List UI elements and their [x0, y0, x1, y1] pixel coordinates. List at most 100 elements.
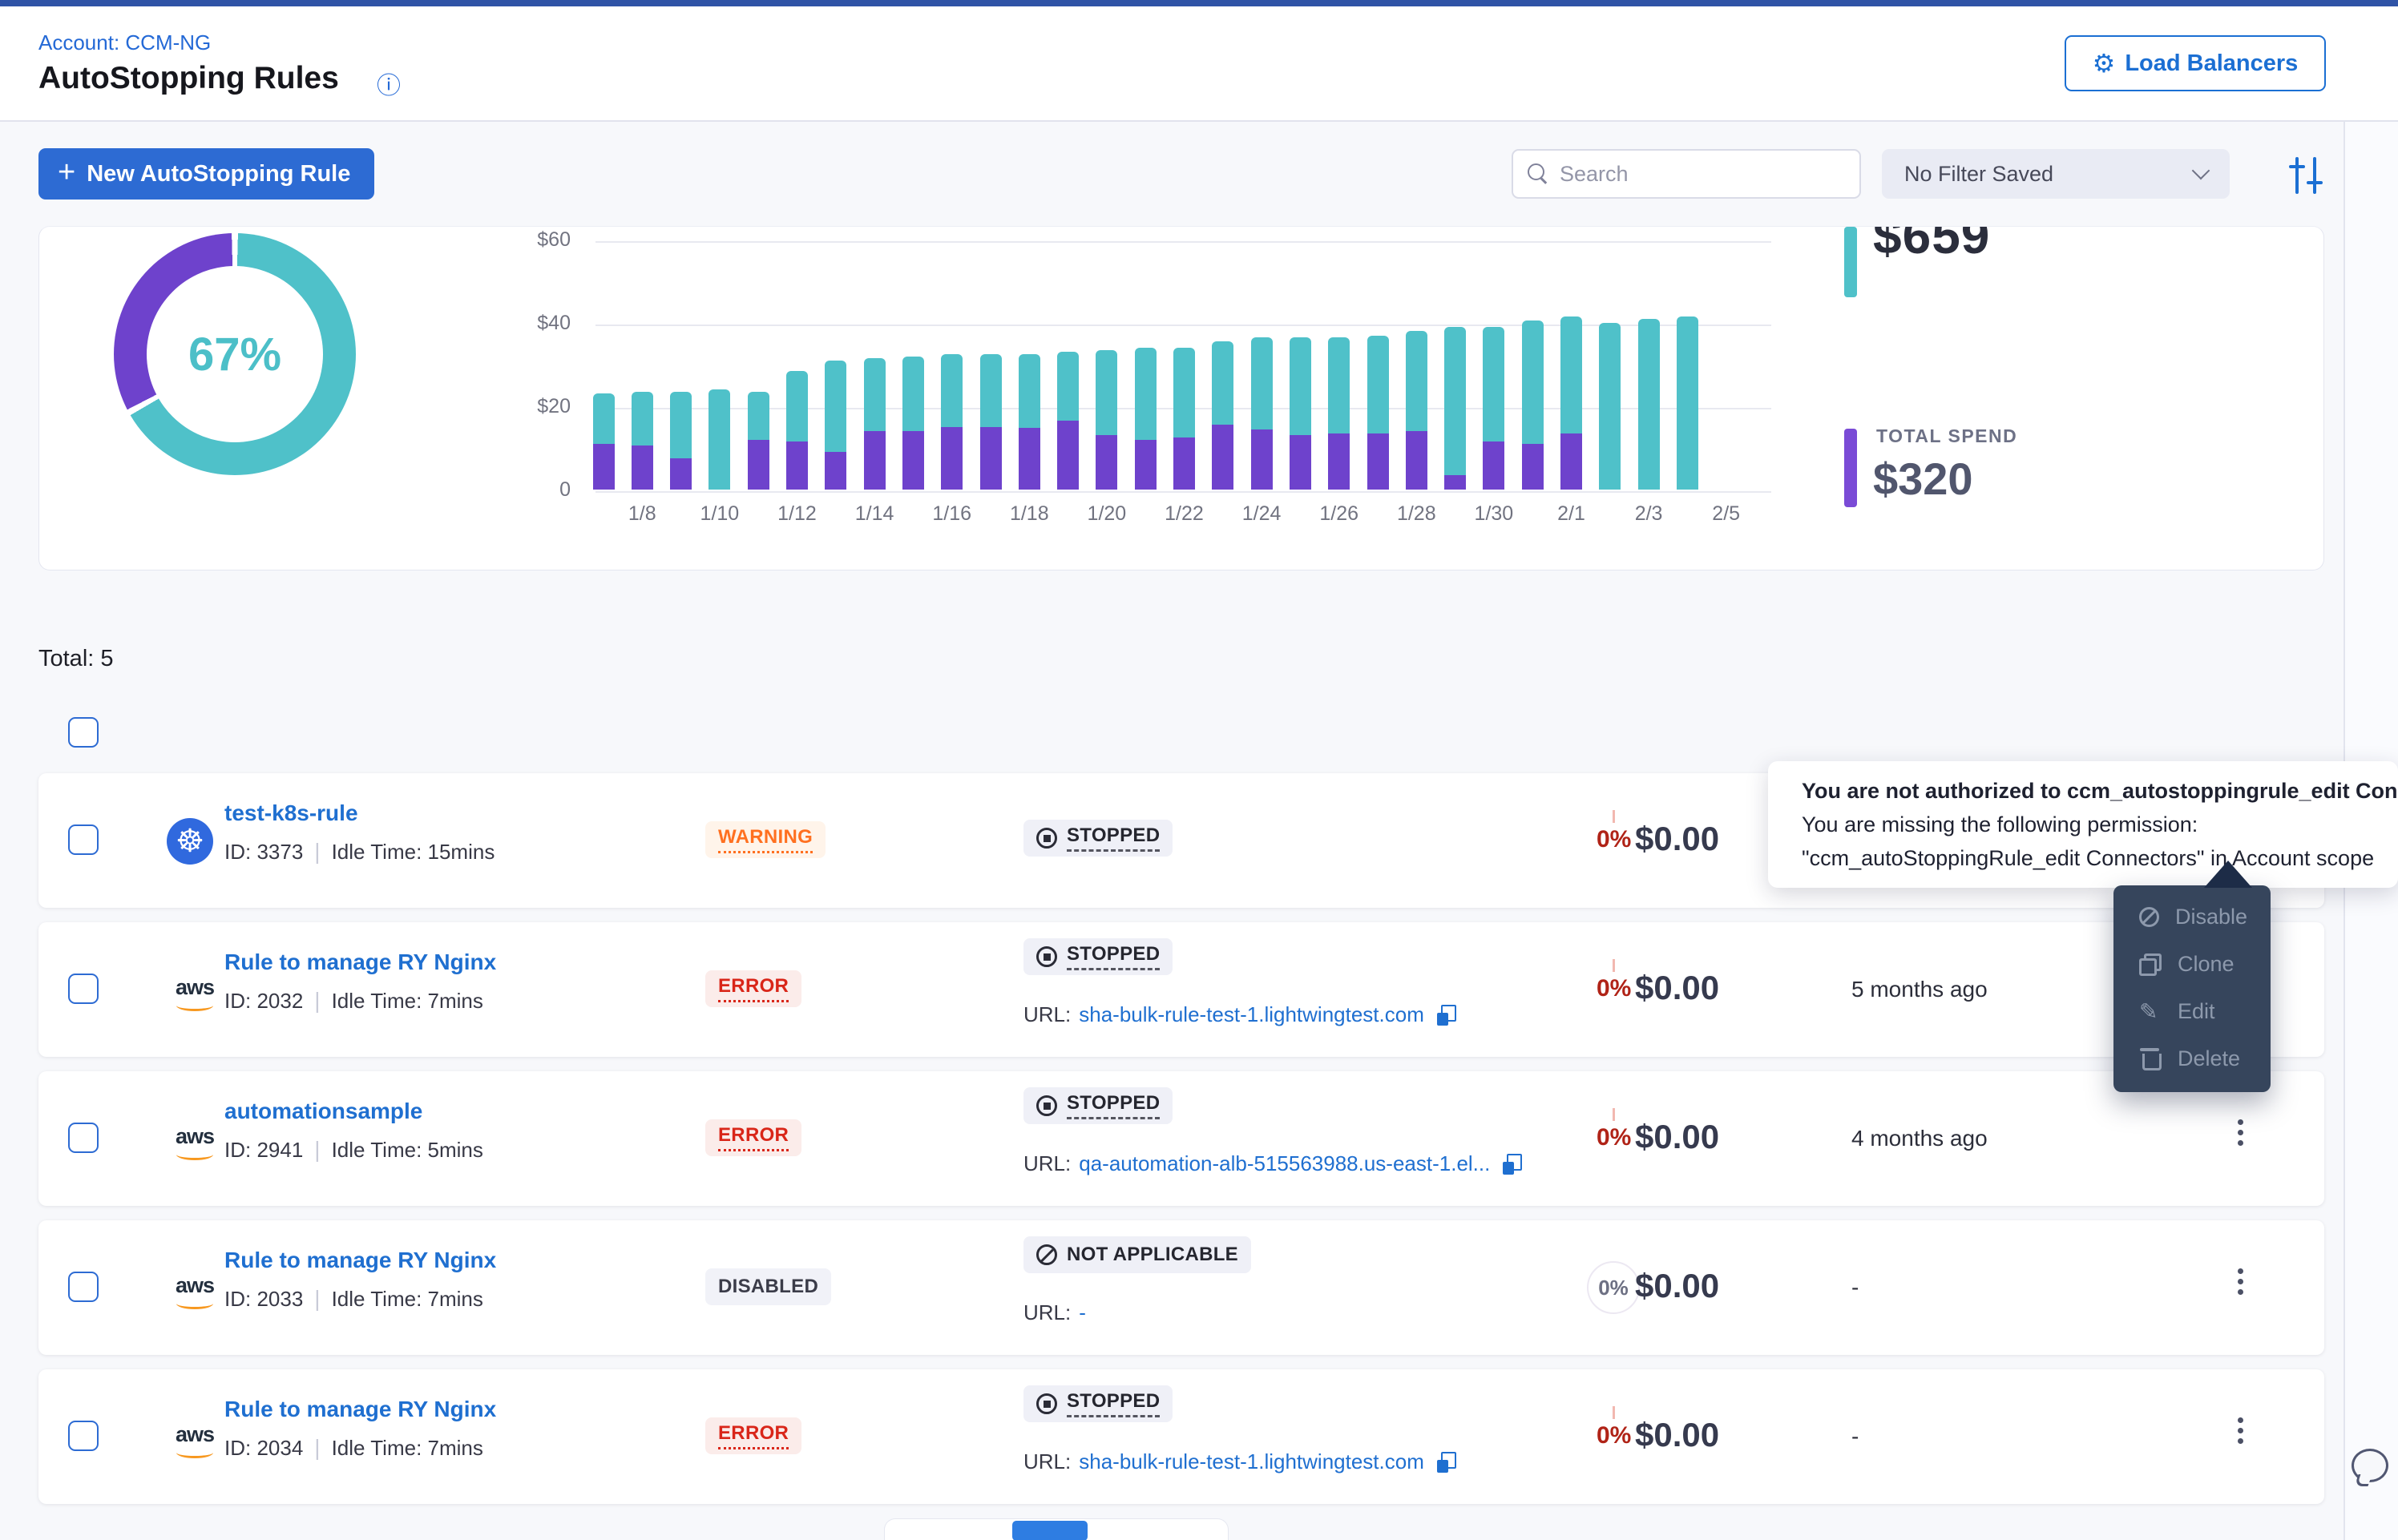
- resource-state-badge[interactable]: STOPPED: [1023, 1385, 1173, 1422]
- spend-bar-segment: [593, 444, 615, 490]
- spend-bar-segment: [941, 427, 963, 490]
- x-axis-label: 2/3: [1609, 502, 1689, 526]
- menu-item-disable[interactable]: Disable: [2113, 893, 2271, 941]
- row-checkbox[interactable]: [68, 974, 99, 1004]
- url-prefix: URL:: [1023, 1449, 1071, 1474]
- chevron-down-icon: [2192, 162, 2210, 180]
- last-activity: 4 months ago: [1851, 1126, 1988, 1151]
- bar-1/8: [632, 392, 653, 490]
- x-axis-label: 1/18: [989, 502, 1069, 526]
- resource-state-badge[interactable]: NOT APPLICABLE: [1023, 1236, 1251, 1273]
- bar-1/14: [864, 358, 886, 490]
- clone-icon: [2139, 953, 2162, 976]
- rule-name-link[interactable]: test-k8s-rule: [224, 800, 358, 826]
- rule-status-badge[interactable]: ERROR: [705, 970, 801, 1007]
- row-checkbox[interactable]: [68, 1421, 99, 1451]
- resource-url-line: URL:qa-automation-alb-515563988.us-east-…: [1023, 1151, 1522, 1176]
- rule-name-link[interactable]: automationsample: [224, 1099, 422, 1124]
- new-autostopping-rule-button[interactable]: + New AutoStopping Rule: [38, 148, 374, 200]
- resource-state-badge[interactable]: STOPPED: [1023, 820, 1173, 857]
- menu-item-edit[interactable]: ✎ Edit: [2113, 988, 2271, 1035]
- rule-status-badge[interactable]: WARNING: [705, 821, 826, 858]
- rule-name-link[interactable]: Rule to manage RY Nginx: [224, 1397, 496, 1422]
- page-header: Account: CCM-NG AutoStopping Rules ⓘ ⚙ L…: [0, 6, 2398, 122]
- bar-2/2: [1599, 323, 1621, 490]
- menu-item-delete[interactable]: Delete: [2113, 1035, 2271, 1082]
- row-checkbox[interactable]: [68, 1272, 99, 1302]
- aws-smile-icon: [176, 1298, 213, 1309]
- search-box: [1512, 149, 1861, 199]
- spend-bar-segment: [748, 440, 769, 490]
- bar-1/23: [1212, 341, 1233, 490]
- x-axis-label: 1/8: [602, 502, 682, 526]
- row-checkbox[interactable]: [68, 1123, 99, 1153]
- rule-name-link[interactable]: Rule to manage RY Nginx: [224, 1248, 496, 1273]
- last-activity: -: [1851, 1424, 1859, 1449]
- savings-bar-segment: [1251, 337, 1273, 429]
- id-separator: |: [314, 1435, 320, 1461]
- savings-bar-segment: [786, 371, 808, 441]
- resource-state-badge[interactable]: STOPPED: [1023, 1087, 1173, 1124]
- filter-panel-icon[interactable]: [2289, 157, 2324, 194]
- chat-support-icon[interactable]: [2352, 1449, 2390, 1484]
- row-actions-kebab-icon[interactable]: [2231, 1411, 2250, 1450]
- table-row: awsRule to manage RY NginxID: 2034|Idle …: [38, 1369, 2324, 1504]
- x-axis-label: 1/10: [680, 502, 760, 526]
- account-breadcrumb[interactable]: Account: CCM-NG: [38, 30, 211, 55]
- spend-bar-segment: [1406, 431, 1427, 490]
- aws-icon: aws: [167, 1405, 223, 1469]
- rule-status-badge[interactable]: ERROR: [705, 1417, 801, 1454]
- menu-item-label: Edit: [2178, 999, 2215, 1024]
- copy-icon[interactable]: [1437, 1452, 1456, 1473]
- gridline: [595, 241, 1771, 243]
- resource-url-link[interactable]: qa-automation-alb-515563988.us-east-1.el…: [1079, 1151, 1490, 1176]
- edit-icon: ✎: [2139, 1001, 2162, 1023]
- savings-bar-segment: [670, 392, 692, 458]
- row-actions-kebab-icon[interactable]: [2231, 1262, 2250, 1301]
- savings-bar-segment: [1290, 337, 1311, 435]
- copy-icon[interactable]: [1503, 1154, 1522, 1175]
- row-checkbox[interactable]: [68, 824, 99, 855]
- x-axis-label: 1/16: [912, 502, 992, 526]
- spend-bar-segment: [1019, 428, 1040, 490]
- spend-bar-segment: [1290, 435, 1311, 490]
- id-separator: |: [314, 1137, 320, 1163]
- load-balancers-button[interactable]: ⚙ Load Balancers: [2065, 35, 2326, 91]
- spend-bar-segment: [825, 452, 846, 490]
- select-all-checkbox[interactable]: [68, 717, 99, 748]
- savings-bar-segment: [1560, 316, 1582, 433]
- id-separator: |: [314, 1286, 320, 1312]
- row-actions-kebab-icon[interactable]: [2231, 1113, 2250, 1152]
- resource-url-line: URL: sha-bulk-rule-test-1.lightwingtest.c…: [1023, 1002, 1456, 1027]
- search-input[interactable]: [1560, 162, 1832, 187]
- page-title: AutoStopping Rules: [38, 61, 339, 96]
- saved-filter-dropdown[interactable]: No Filter Saved: [1882, 149, 2230, 199]
- resource-url-link[interactable]: sha-bulk-rule-test-1.lightwingtest.com: [1079, 1002, 1424, 1027]
- current-page-button[interactable]: [1012, 1521, 1088, 1540]
- top-nav-strip: [0, 0, 2398, 6]
- bar-1/17: [980, 354, 1002, 490]
- aws-icon: aws: [167, 1107, 223, 1171]
- bar-1/29: [1444, 327, 1466, 490]
- resource-url-link[interactable]: sha-bulk-rule-test-1.lightwingtest.com: [1079, 1449, 1424, 1474]
- stopped-icon: [1036, 946, 1057, 967]
- savings-percent: 0%: [1597, 1422, 1631, 1449]
- resource-state-badge[interactable]: STOPPED: [1023, 938, 1173, 975]
- copy-icon[interactable]: [1437, 1005, 1456, 1026]
- rule-name-link[interactable]: Rule to manage RY Nginx: [224, 949, 496, 975]
- url-prefix: URL:: [1023, 1002, 1071, 1027]
- info-icon[interactable]: ⓘ: [377, 66, 401, 101]
- menu-item-clone[interactable]: Clone: [2113, 941, 2271, 988]
- rule-status-badge[interactable]: ERROR: [705, 1119, 801, 1156]
- savings-bar-segment: [1483, 327, 1504, 441]
- aws-smile-icon: [176, 1149, 213, 1160]
- pagination-bar[interactable]: [884, 1518, 1229, 1540]
- x-axis-label: 2/1: [1532, 502, 1612, 526]
- bar-1/13: [825, 361, 846, 490]
- savings-bar-segment: [1677, 316, 1698, 490]
- resource-url-link[interactable]: -: [1079, 1300, 1086, 1325]
- rule-status-badge[interactable]: DISABLED: [705, 1268, 831, 1305]
- x-axis-label: 1/14: [834, 502, 914, 526]
- rule-id-line: ID: 2032|Idle Time: 7mins: [224, 988, 483, 1014]
- total-spend-label: TOTAL SPEND: [1876, 425, 2017, 447]
